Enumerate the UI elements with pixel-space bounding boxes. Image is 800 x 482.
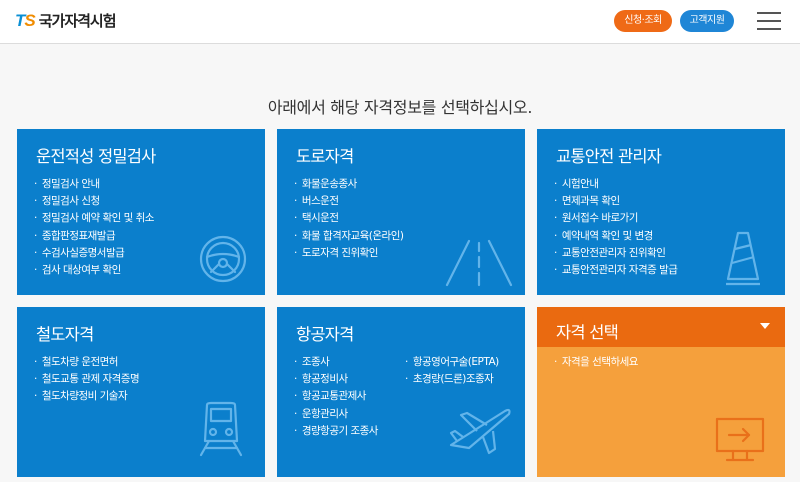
card-link[interactable]: 면제과목 확인 xyxy=(554,193,677,210)
card-link-list: 항공영어구술(EPTA) 초경량(드론)조종자 xyxy=(405,354,499,388)
qualification-select-dropdown[interactable]: 자격 선택 xyxy=(537,307,785,347)
card-link[interactable]: 철도차량정비 기술자 xyxy=(34,388,139,405)
card-link[interactable]: 도로자격 진위확인 xyxy=(294,245,403,262)
card-link[interactable]: 예약내역 확인 및 변경 xyxy=(554,228,677,245)
card-aviation-qualification[interactable]: 항공자격 조종사 항공정비사 항공교통관제사 운항관리사 경량항공기 조종사 항… xyxy=(277,307,525,477)
card-link[interactable]: 택시운전 xyxy=(294,210,403,227)
card-road-qualification[interactable]: 도로자격 화물운송종사 버스운전 택시운전 화물 합격자교육(온라인) 도로자격… xyxy=(277,129,525,295)
card-link[interactable]: 시험안내 xyxy=(554,176,677,193)
card-link-list: 철도차량 운전면허 철도교통 관제 자격증명 철도차량정비 기술자 xyxy=(34,354,140,406)
card-link[interactable]: 항공정비사 xyxy=(294,371,378,388)
card-driving-aptitude[interactable]: 운전적성 정밀검사 정밀검사 안내 정밀검사 신청 정밀검사 예약 확인 및 취… xyxy=(17,129,265,295)
card-link[interactable]: 정밀검사 안내 xyxy=(34,176,154,193)
card-link[interactable]: 항공교통관제사 xyxy=(294,388,378,405)
card-link[interactable]: 정밀검사 신청 xyxy=(34,193,154,210)
card-link[interactable]: 종합판정표재발급 xyxy=(34,228,154,245)
card-title: 자격 선택 xyxy=(556,323,619,342)
card-link[interactable]: 버스운전 xyxy=(294,193,403,210)
card-title: 항공자격 xyxy=(296,325,354,344)
card-qualification-select[interactable]: 자격 선택 자격을 선택하세요 xyxy=(537,307,785,477)
card-link-list: 화물운송종사 버스운전 택시운전 화물 합격자교육(온라인) 도로자격 진위확인 xyxy=(294,176,404,262)
site-logo[interactable]: TS 국가자격시험 xyxy=(15,10,117,31)
card-link[interactable]: 운항관리사 xyxy=(294,406,378,423)
card-link-list: 조종사 항공정비사 항공교통관제사 운항관리사 경량항공기 조종사 xyxy=(294,354,379,440)
card-link[interactable]: 화물 합격자교육(온라인) xyxy=(294,228,404,245)
card-link[interactable]: 정밀검사 예약 확인 및 취소 xyxy=(34,210,155,227)
dropdown-arrow-icon[interactable] xyxy=(760,323,770,329)
card-link-list: 자격을 선택하세요 xyxy=(554,354,639,371)
card-title: 철도자격 xyxy=(36,325,94,344)
card-link[interactable]: 경량항공기 조종사 xyxy=(294,423,379,440)
card-link[interactable]: 조종사 xyxy=(294,354,378,371)
train-icon xyxy=(199,401,243,457)
traffic-cone-icon xyxy=(726,231,760,286)
card-link-list: 정밀검사 안내 정밀검사 신청 정밀검사 예약 확인 및 취소 종합판정표재발급… xyxy=(34,176,155,279)
steering-wheel-icon xyxy=(199,235,247,283)
card-title: 도로자격 xyxy=(296,147,354,166)
hamburger-icon[interactable] xyxy=(757,12,781,30)
site-title: 국가자격시험 xyxy=(38,12,117,30)
card-link[interactable]: 철도교통 관제 자격증명 xyxy=(34,371,140,388)
road-icon xyxy=(445,239,513,287)
card-link[interactable]: 교통안전관리자 진위확인 xyxy=(554,245,677,262)
ts-logo-mark: TS xyxy=(15,10,36,30)
customer-support-button[interactable]: 고객지원 xyxy=(680,10,734,32)
card-link[interactable]: 검사 대상여부 확인 xyxy=(34,262,154,279)
site-header: TS 국가자격시험 신청·조회 고객지원 xyxy=(0,0,800,44)
card-link[interactable]: 초경량(드론)조종자 xyxy=(405,371,499,388)
card-railway-qualification[interactable]: 철도자격 철도차량 운전면허 철도교통 관제 자격증명 철도차량정비 기술자 xyxy=(17,307,265,477)
card-traffic-safety-manager[interactable]: 교통안전 관리자 시험안내 면제과목 확인 원서접수 바로가기 예약내역 확인 … xyxy=(537,129,785,295)
card-title: 교통안전 관리자 xyxy=(556,147,662,166)
card-link[interactable]: 항공영어구술(EPTA) xyxy=(405,354,499,371)
card-link[interactable]: 철도차량 운전면허 xyxy=(34,354,139,371)
airplane-icon xyxy=(449,408,511,455)
apply-inquiry-button[interactable]: 신청·조회 xyxy=(614,10,672,32)
card-link[interactable]: 교통안전관리자 자격증 발급 xyxy=(554,262,678,279)
card-link[interactable]: 원서접수 바로가기 xyxy=(554,210,677,227)
card-link[interactable]: 수검사실증명서발급 xyxy=(34,245,154,262)
select-hint: 자격을 선택하세요 xyxy=(554,354,639,371)
card-link[interactable]: 화물운송종사 xyxy=(294,176,403,193)
card-title: 운전적성 정밀검사 xyxy=(36,147,156,166)
monitor-arrow-icon xyxy=(715,417,765,462)
card-link-list: 시험안내 면제과목 확인 원서접수 바로가기 예약내역 확인 및 변경 교통안전… xyxy=(554,176,678,279)
page-subtitle: 아래에서 해당 자격정보를 선택하십시오. xyxy=(267,98,533,117)
